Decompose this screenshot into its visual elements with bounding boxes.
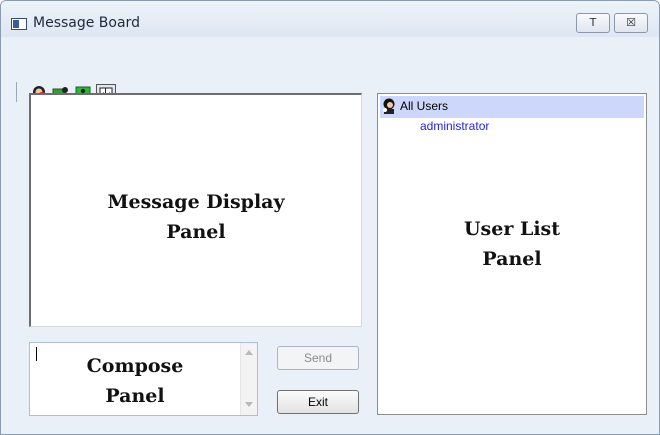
title-bar[interactable]: Message Board T ☒ <box>1 1 659 37</box>
app-icon <box>11 18 27 30</box>
message-display-panel[interactable]: Message Display Panel <box>29 93 362 327</box>
user-list-label: User List Panel <box>378 214 646 274</box>
toolbar-grip[interactable] <box>16 82 17 102</box>
user-list-panel[interactable]: All Users administrator User List Panel <box>377 93 647 415</box>
send-button[interactable]: Send <box>277 346 359 370</box>
exit-button[interactable]: Exit <box>277 390 359 414</box>
message-display-label-line1: Message Display <box>107 191 285 213</box>
user-list-item[interactable]: administrator <box>420 119 489 133</box>
compose-label-line1: Compose <box>86 355 184 377</box>
compose-label: Compose Panel <box>30 351 240 411</box>
compose-panel[interactable]: Compose Panel <box>29 342 258 416</box>
all-users-row[interactable]: All Users <box>380 96 644 118</box>
compose-label-line2: Panel <box>105 385 165 407</box>
window-title: Message Board <box>33 15 140 31</box>
user-group-icon <box>383 98 395 114</box>
pin-button[interactable]: T <box>576 13 610 33</box>
toolbar <box>1 37 659 104</box>
user-list-label-line2: Panel <box>482 248 542 270</box>
compose-scrollbar[interactable] <box>240 343 257 415</box>
message-display-label-line2: Panel <box>166 221 226 243</box>
message-display-label: Message Display Panel <box>31 187 361 247</box>
close-button[interactable]: ☒ <box>614 13 648 33</box>
scroll-down-arrow-icon[interactable] <box>245 402 253 407</box>
scroll-up-arrow-icon[interactable] <box>245 350 253 355</box>
user-list-label-line1: User List <box>463 218 561 240</box>
message-board-window: Message Board T ☒ Message Display Panel … <box>0 0 660 435</box>
all-users-label: All Users <box>400 99 449 113</box>
